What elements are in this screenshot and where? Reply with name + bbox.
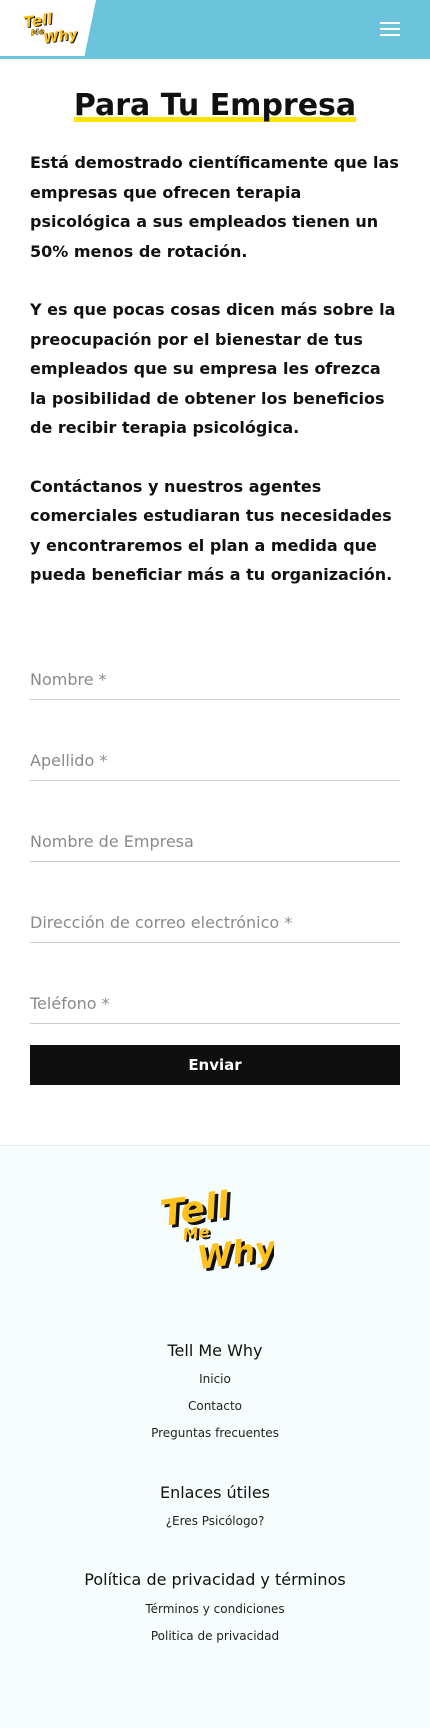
- footer-heading-enlaces-utiles: Enlaces útiles: [0, 1483, 430, 1503]
- footer-heading-text: Tell Me Why: [167, 1341, 263, 1361]
- footer-link-privacidad[interactable]: Politica de privacidad: [0, 1629, 430, 1643]
- phone-input[interactable]: [30, 984, 400, 1023]
- hamburger-menu-icon[interactable]: [378, 18, 402, 40]
- phone-field-wrapper: [30, 984, 400, 1024]
- company-name-input[interactable]: [30, 822, 400, 861]
- company-name-field-wrapper: [30, 822, 400, 862]
- last-name-field-wrapper: [30, 741, 400, 781]
- email-input[interactable]: [30, 903, 400, 942]
- footer-link-terminos[interactable]: Términos y condiciones: [0, 1602, 430, 1616]
- footer-link-faq[interactable]: Preguntas frecuentes: [0, 1426, 430, 1440]
- menu-bar: [380, 22, 400, 24]
- tell-me-why-footer-logo: Tell Tell Me Me Why Why: [158, 1185, 274, 1274]
- tell-me-why-logo[interactable]: Tell Tell Me Why Why: [22, 10, 78, 46]
- first-name-field-wrapper: [30, 660, 400, 700]
- footer-link-eres-psicologo[interactable]: ¿Eres Psicólogo?: [0, 1514, 430, 1528]
- intro-text: Está demostrado científicamente que las …: [30, 148, 402, 619]
- footer-heading-privacidad: Política de privacidad y términos: [0, 1570, 430, 1590]
- svg-text:Why: Why: [42, 26, 78, 46]
- intro-paragraph: Contáctanos y nuestros agentes comercial…: [30, 476, 393, 585]
- last-name-input[interactable]: [30, 741, 400, 780]
- page-title: Para Tu Empresa: [0, 88, 430, 123]
- footer-heading-text: Política de privacidad y términos: [84, 1570, 347, 1590]
- intro-paragraph: Y es que pocas cosas dicen más sobre la …: [30, 300, 396, 437]
- menu-bar: [380, 28, 400, 30]
- email-field-wrapper: [30, 903, 400, 943]
- page-title-text: Para Tu Empresa: [73, 88, 357, 123]
- site-header: Tell Tell Me Why Why: [0, 0, 430, 59]
- submit-button[interactable]: Enviar: [30, 1045, 400, 1085]
- site-footer: Tell Tell Me Me Why Why Tell Me Why Inic…: [0, 1145, 430, 1728]
- footer-heading-text: Enlaces útiles: [159, 1483, 271, 1503]
- intro-paragraph: Está demostrado científicamente que las …: [30, 153, 399, 261]
- first-name-input[interactable]: [30, 660, 400, 699]
- footer-link-contacto[interactable]: Contacto: [0, 1399, 430, 1413]
- menu-bar: [380, 34, 400, 36]
- footer-heading-tell-me-why: Tell Me Why: [0, 1341, 430, 1361]
- footer-link-inicio[interactable]: Inicio: [0, 1372, 430, 1386]
